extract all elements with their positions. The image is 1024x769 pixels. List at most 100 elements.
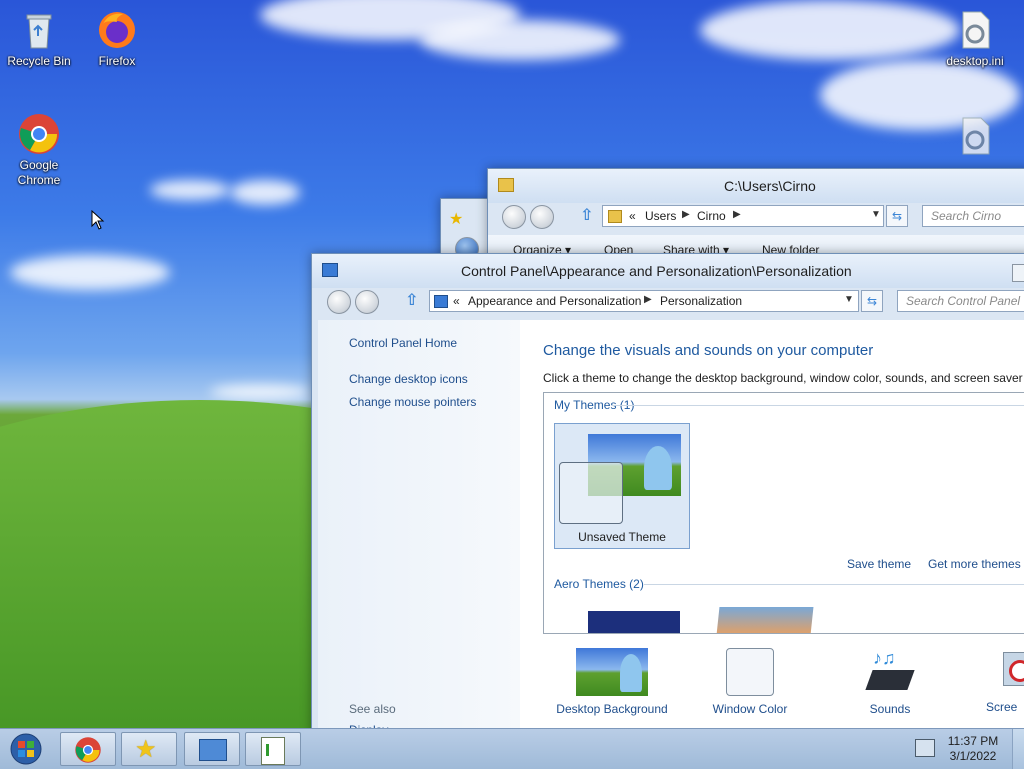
desktop-icon-partial[interactable] [936,114,1014,160]
personalization-window[interactable]: Control Panel\Appearance and Personaliza… [311,253,1024,735]
control-panel-icon [322,263,338,277]
screen-saver-icon [993,648,1024,694]
breadcrumb-back[interactable]: « [453,294,460,308]
explorer-titlebar[interactable]: C:\Users\Cirno [488,169,1024,203]
refresh-icon[interactable]: ⇆ [861,290,883,312]
breadcrumb-personalization[interactable]: Personalization [660,294,742,308]
folder-icon [608,210,622,223]
get-more-themes-link[interactable]: Get more themes o [928,557,1024,571]
firefox-icon [95,8,139,52]
save-theme-link[interactable]: Save theme [847,557,911,571]
cloud [700,0,960,60]
back-button[interactable] [502,205,526,229]
forward-button[interactable] [530,205,554,229]
desktop-icon-google-chrome[interactable]: Google Chrome [0,112,78,188]
desktop-background-icon [576,648,648,696]
clock[interactable]: 11:37 PM 3/1/2022 [940,734,1006,764]
breadcrumb-cirno[interactable]: Cirno [697,209,726,223]
personalization-titlebar[interactable]: Control Panel\Appearance and Personaliza… [312,254,1024,288]
dropdown-arrow-icon[interactable]: ▼ [871,209,881,220]
see-also-heading: See also [349,702,396,716]
desktop-background-label: Desktop Background [556,702,668,716]
chevron-right-icon[interactable]: ▶ [644,294,652,305]
piano-keyboard [865,670,915,690]
search-input[interactable]: Search Cirno [922,205,1024,227]
minimize-button[interactable] [1012,264,1024,282]
address-bar[interactable]: « Appearance and Personalization ▶ Perso… [429,290,859,312]
search-input[interactable]: Search Control Panel [897,290,1024,312]
notepad-icon [261,737,285,765]
start-button[interactable] [6,732,46,766]
sounds-icon: ♪♫ [865,648,915,696]
window-title: Control Panel\Appearance and Personaliza… [461,263,852,279]
breadcrumb-users[interactable]: Users [645,209,676,223]
page-subheading: Click a theme to change the desktop back… [543,371,1024,385]
cloud [230,180,300,205]
character-figure [620,654,642,692]
taskbar-chrome-button[interactable] [60,732,116,766]
desktop-icon-firefox[interactable]: Firefox [78,8,156,69]
screen-saver-item[interactable]: Scree [986,648,1024,714]
up-arrow-icon[interactable]: ⇧ [405,290,418,310]
notepad-mark [266,744,283,756]
cloud [10,255,170,290]
aero-theme-thumbnail[interactable] [588,611,680,633]
clock-time: 11:37 PM [947,734,999,748]
desktop-icon-label: desktop.ini [946,54,1004,68]
screen-saver-label: Scree [986,700,1018,714]
cloud [150,180,230,200]
forward-button[interactable] [355,290,379,314]
taskbar-favorites-button[interactable]: ★ [121,732,177,766]
character-figure [644,446,672,490]
page-heading: Change the visuals and sounds on your co… [543,342,874,359]
change-mouse-pointers-link[interactable]: Change mouse pointers [349,395,476,409]
control-panel-home-link[interactable]: Control Panel Home [349,336,457,350]
taskbar-control-panel-button[interactable] [184,732,240,766]
desktop-background-item[interactable]: Desktop Background [542,648,682,716]
dropdown-arrow-icon[interactable]: ▼ [844,294,854,305]
main-content: Change the visuals and sounds on your co… [520,320,1024,734]
chrome-icon [17,112,61,156]
settings-file-icon [953,114,997,158]
desktop-icon-label: Google Chrome [17,158,61,187]
window-color-preview [559,462,623,524]
taskbar: ★ 11:37 PM 3/1/2022 [0,728,1024,769]
sounds-item[interactable]: ♪♫ Sounds [840,648,940,716]
aero-theme-thumbnail[interactable] [716,607,814,633]
window-color-item[interactable]: Window Color [700,648,800,716]
recycle-bin-icon [17,8,61,52]
windows-logo-icon [10,733,42,765]
sounds-label: Sounds [869,702,911,716]
chrome-icon [75,737,101,763]
desktop-icon-label: Firefox [98,54,136,68]
network-icon[interactable] [915,739,935,757]
theme-name: Unsaved Theme [578,530,666,544]
up-arrow-icon[interactable]: ⇧ [580,205,593,225]
back-button[interactable] [327,290,351,314]
settings-file-icon [953,8,997,52]
themes-list[interactable]: My Themes (1) Unsaved Theme Save theme G… [543,392,1024,634]
show-desktop-button[interactable] [1012,729,1024,769]
chevron-right-icon[interactable]: ▶ [733,209,741,220]
desktop-icon-desktop-ini[interactable]: desktop.ini [936,8,1014,69]
mouse-cursor-icon [91,210,105,230]
change-desktop-icons-link[interactable]: Change desktop icons [349,372,468,386]
chevron-right-icon[interactable]: ▶ [682,209,690,220]
cloud [420,20,620,60]
divider [644,584,1024,585]
desktop-icon-recycle-bin[interactable]: Recycle Bin [0,8,78,69]
cloud [210,385,310,399]
star-icon: ★ [449,211,464,228]
taskbar-notepad-button[interactable] [245,732,301,766]
control-panel-icon [199,739,227,761]
control-panel-icon [434,295,448,308]
music-note-icon: ♪♫ [873,648,896,668]
breadcrumb-back[interactable]: « [629,209,636,223]
theme-tile-unsaved[interactable]: Unsaved Theme [554,423,690,549]
refresh-icon[interactable]: ⇆ [886,205,908,227]
breadcrumb-appearance[interactable]: Appearance and Personalization [468,294,641,308]
address-bar[interactable]: « Users ▶ Cirno ▶ ▼ [602,205,884,227]
aero-themes-label: Aero Themes (2) [554,577,644,591]
desktop-icon-label: Recycle Bin [7,54,71,68]
window-title: C:\Users\Cirno [724,178,816,194]
